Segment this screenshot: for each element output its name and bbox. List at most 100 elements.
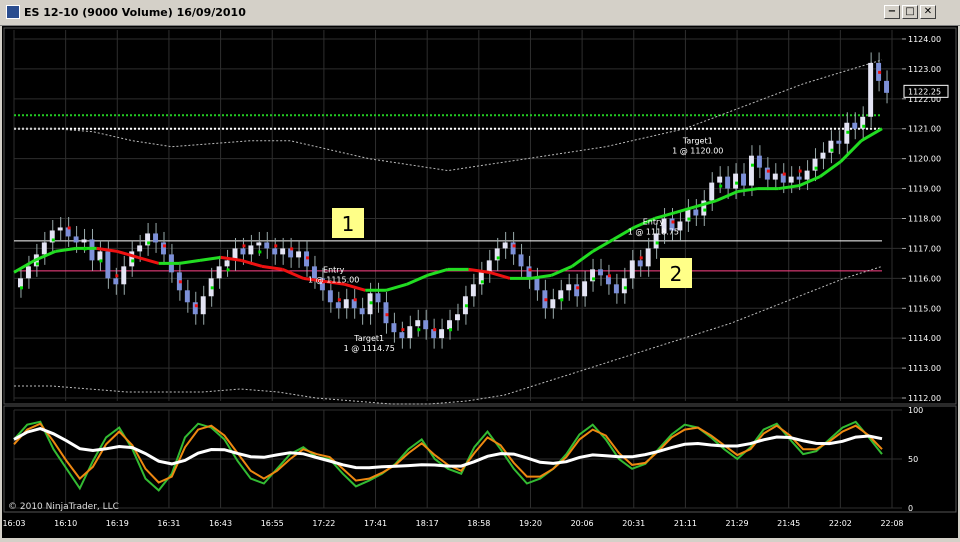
trail-stop-dot [449, 328, 453, 332]
copyright-text: © 2010 NinjaTrader, LLC [8, 502, 119, 512]
time-axis-label: 22:08 [880, 519, 903, 528]
moving-average-segment [426, 267, 449, 277]
candle-body [764, 167, 770, 180]
trail-stop-dot [115, 274, 119, 278]
trail-stop-dot [814, 166, 818, 170]
candle-body [327, 290, 333, 303]
candle-body [18, 278, 23, 288]
candle-body [105, 251, 111, 279]
candle-body [41, 242, 47, 255]
moving-average-segment [695, 199, 718, 208]
trail-stop-dot [719, 184, 723, 188]
candle-body [97, 251, 103, 261]
time-axis-label: 19:20 [519, 519, 542, 528]
trail-stop-dot [750, 163, 754, 167]
trail-stop-dot [194, 304, 198, 308]
moving-average-segment [860, 127, 883, 142]
execution-detail: 1 @ 1115.00 [308, 275, 359, 284]
candle-body [725, 176, 731, 189]
candle-body [709, 182, 715, 201]
candle-body [383, 302, 389, 324]
candle-body [359, 308, 365, 315]
stochastic-axis-label: 50 [908, 455, 918, 464]
execution-label: Entry [323, 265, 345, 274]
trail-stop-dot [385, 313, 389, 317]
candle-body [415, 320, 421, 327]
window-titlebar[interactable]: ES 12-10 (9000 Volume) 16/09/2010 − □ ✕ [0, 0, 960, 26]
candle-body [717, 176, 723, 183]
moving-average-segment [220, 255, 242, 262]
candle-body [73, 236, 79, 243]
price-axis-label: 1117.00 [908, 244, 941, 253]
execution-detail: 1 @ 1118.75 [628, 227, 679, 236]
trail-stop-dot [353, 298, 357, 302]
time-axis-label: 16:03 [2, 519, 25, 528]
close-button[interactable]: ✕ [920, 5, 936, 19]
candle-body [407, 326, 413, 339]
trail-stop-dot [20, 286, 23, 290]
price-chart-svg[interactable]: 16:03 16:10 16:19 16:31 16:43 16:55 17:22 17:41… [2, 26, 958, 538]
trail-stop-dot [290, 247, 294, 251]
price-axis-label: 1121.00 [908, 125, 941, 134]
trail-stop-dot [337, 298, 341, 302]
trail-stop-dot [210, 286, 214, 290]
trail-stop-dot [878, 70, 882, 74]
trail-stop-dot [433, 328, 437, 332]
price-axis-label: 1116.00 [908, 274, 941, 283]
time-axis-label: 20:06 [571, 519, 594, 528]
trail-stop-dot [703, 208, 707, 212]
candle-body [748, 155, 754, 186]
trail-stop-dot [306, 256, 310, 260]
maximize-button[interactable]: □ [902, 5, 918, 19]
candle-body [423, 320, 429, 330]
candle-body [399, 332, 405, 339]
lower-envelope-band [14, 265, 883, 405]
trail-stop-dot [862, 124, 866, 128]
candle-body [598, 269, 603, 276]
stochastic-k-line [13, 420, 883, 492]
candle-body [796, 176, 802, 180]
candle-body [852, 122, 858, 129]
candle-body [629, 260, 635, 279]
trail-stop-dot [512, 244, 516, 248]
candle-body [566, 284, 572, 291]
trail-stop-dot [163, 244, 167, 248]
price-axis-label: 1113.00 [908, 364, 941, 373]
callout-number: 2 [670, 262, 683, 286]
trail-stop-dot [623, 286, 627, 290]
stochastic-axis-label: 0 [908, 504, 913, 513]
candle-body [224, 260, 230, 267]
candle-body [264, 242, 270, 249]
minimize-button[interactable]: − [884, 5, 900, 19]
moving-average-segment [199, 255, 221, 262]
time-axis-label: 18:58 [467, 519, 490, 528]
execution-label: Target1 [682, 137, 713, 146]
candle-body [375, 293, 381, 303]
trail-stop-dot [544, 298, 548, 302]
trail-stop-dot [178, 280, 182, 284]
candle-body [113, 278, 119, 285]
price-axis-label: 1120.00 [908, 155, 941, 164]
candle-body [733, 173, 739, 189]
last-price-label: 1122.25 [908, 87, 941, 96]
moving-average-segment [385, 282, 408, 292]
candle-body [502, 242, 508, 249]
callout-number: 1 [342, 212, 355, 236]
price-axis-label: 1119.00 [908, 185, 941, 194]
candle-body [81, 239, 87, 243]
time-axis-label: 17:41 [364, 519, 387, 528]
trail-stop-dot [576, 286, 580, 290]
candle-body [820, 152, 826, 159]
trail-stop-dot [417, 328, 421, 332]
moving-average-segment [116, 249, 139, 259]
candle-body [184, 290, 190, 303]
candle-body [518, 254, 524, 267]
trail-stop-dot [528, 268, 532, 272]
chart-area[interactable]: 16:03 16:10 16:19 16:31 16:43 16:55 17:22 17:41… [2, 26, 958, 538]
candle-body [153, 233, 159, 243]
trail-stop-dot [496, 256, 500, 260]
trail-stop-dot [67, 226, 71, 230]
price-axis-label: 1114.00 [908, 334, 941, 343]
candle-body [526, 266, 532, 279]
moving-average-segment [137, 255, 160, 265]
